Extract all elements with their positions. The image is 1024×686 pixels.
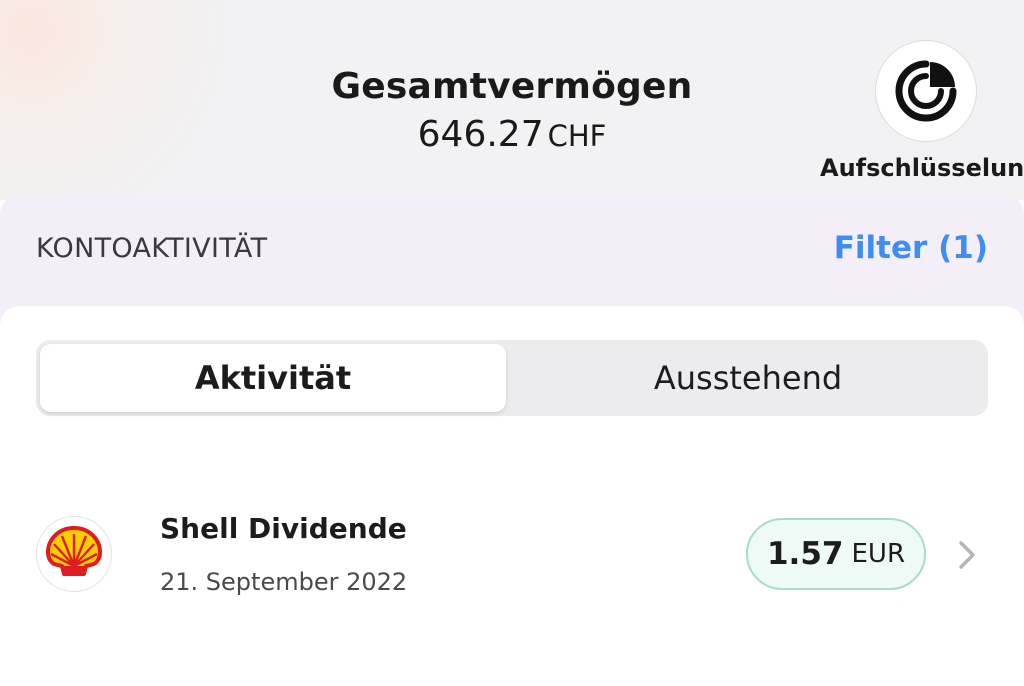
amount-currency: EUR bbox=[851, 539, 906, 569]
total-assets-currency: CHF bbox=[547, 119, 607, 153]
shell-logo-icon bbox=[36, 516, 112, 592]
chevron-right-icon[interactable] bbox=[954, 538, 980, 572]
tab-activity[interactable]: Aktivität bbox=[40, 344, 506, 412]
breakdown-label[interactable]: Aufschlüsselung bbox=[820, 154, 1024, 182]
transaction-date: 21. September 2022 bbox=[160, 568, 408, 596]
segmented-control: Aktivität Ausstehend bbox=[36, 340, 988, 416]
tab-pending[interactable]: Ausstehend bbox=[512, 344, 984, 412]
breakdown-button[interactable] bbox=[875, 40, 977, 142]
list-item[interactable]: Shell Dividende 21. September 2022 1.57 E… bbox=[0, 500, 1024, 610]
transaction-title: Shell Dividende bbox=[160, 512, 407, 545]
total-assets-amount: 646.27 bbox=[417, 114, 544, 155]
pie-chart-icon bbox=[895, 60, 957, 122]
filter-button[interactable]: Filter (1) bbox=[834, 230, 988, 266]
total-assets-title: Gesamtvermögen bbox=[331, 66, 693, 107]
total-assets-value: 646.27 CHF bbox=[0, 114, 1024, 155]
amount-badge: 1.57 EUR bbox=[746, 518, 926, 590]
amount-value: 1.57 bbox=[766, 536, 844, 572]
section-title: KONTOAKTIVITÄT bbox=[36, 233, 268, 264]
